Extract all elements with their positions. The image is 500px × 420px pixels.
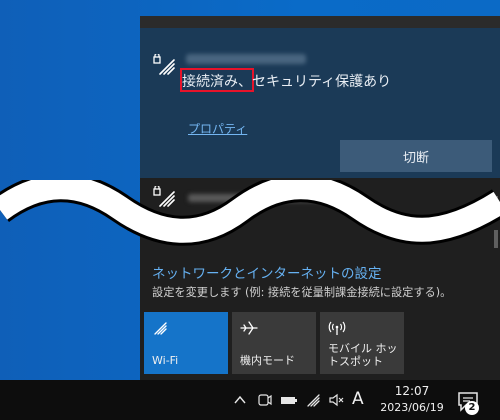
notification-count-badge: 2 bbox=[465, 401, 479, 415]
airplane-icon bbox=[240, 321, 258, 335]
network-ssid-obscured bbox=[186, 54, 306, 64]
network-settings-description: 設定を変更します (例: 接続を従量制課金接続に設定する)。 bbox=[152, 286, 452, 299]
volume-muted-icon[interactable] bbox=[328, 392, 344, 408]
airplane-mode-tile[interactable]: 機内モード bbox=[232, 312, 316, 374]
wifi-icon bbox=[154, 322, 167, 335]
ime-mode-indicator[interactable]: A bbox=[352, 389, 364, 409]
taskbar: A 12:07 2023/06/19 2 bbox=[0, 380, 500, 420]
clock-time[interactable]: 12:07 bbox=[380, 384, 444, 398]
mobile-hotspot-tile[interactable]: モバイル ホットスポット bbox=[320, 312, 404, 374]
chevron-up-icon[interactable] bbox=[232, 392, 248, 408]
wifi-tile[interactable]: Wi-Fi bbox=[144, 312, 228, 374]
properties-link[interactable]: プロパティ bbox=[188, 120, 247, 137]
clock-date[interactable]: 2023/06/19 bbox=[380, 401, 444, 414]
network-tray-icon[interactable] bbox=[306, 392, 322, 408]
disconnect-button[interactable]: 切断 bbox=[340, 140, 492, 172]
battery-icon[interactable] bbox=[280, 392, 297, 408]
mobile-hotspot-label: モバイル ホットスポット bbox=[328, 342, 398, 368]
wifi-tile-label: Wi-Fi bbox=[152, 354, 179, 367]
airplane-mode-label: 機内モード bbox=[240, 354, 295, 367]
torn-edge-wave bbox=[0, 180, 500, 246]
network-settings-link[interactable]: ネットワークとインターネットの設定 bbox=[152, 262, 382, 282]
hotspot-icon bbox=[328, 321, 346, 335]
wifi-secured-icon bbox=[153, 54, 175, 75]
connection-status: 接続済み、セキュリティ保護あり bbox=[182, 74, 392, 90]
flyout-top-strip bbox=[140, 16, 500, 28]
connected-network-item[interactable]: 接続済み、セキュリティ保護あり プロパティ 切断 bbox=[140, 28, 500, 178]
meet-now-icon[interactable] bbox=[256, 392, 272, 408]
